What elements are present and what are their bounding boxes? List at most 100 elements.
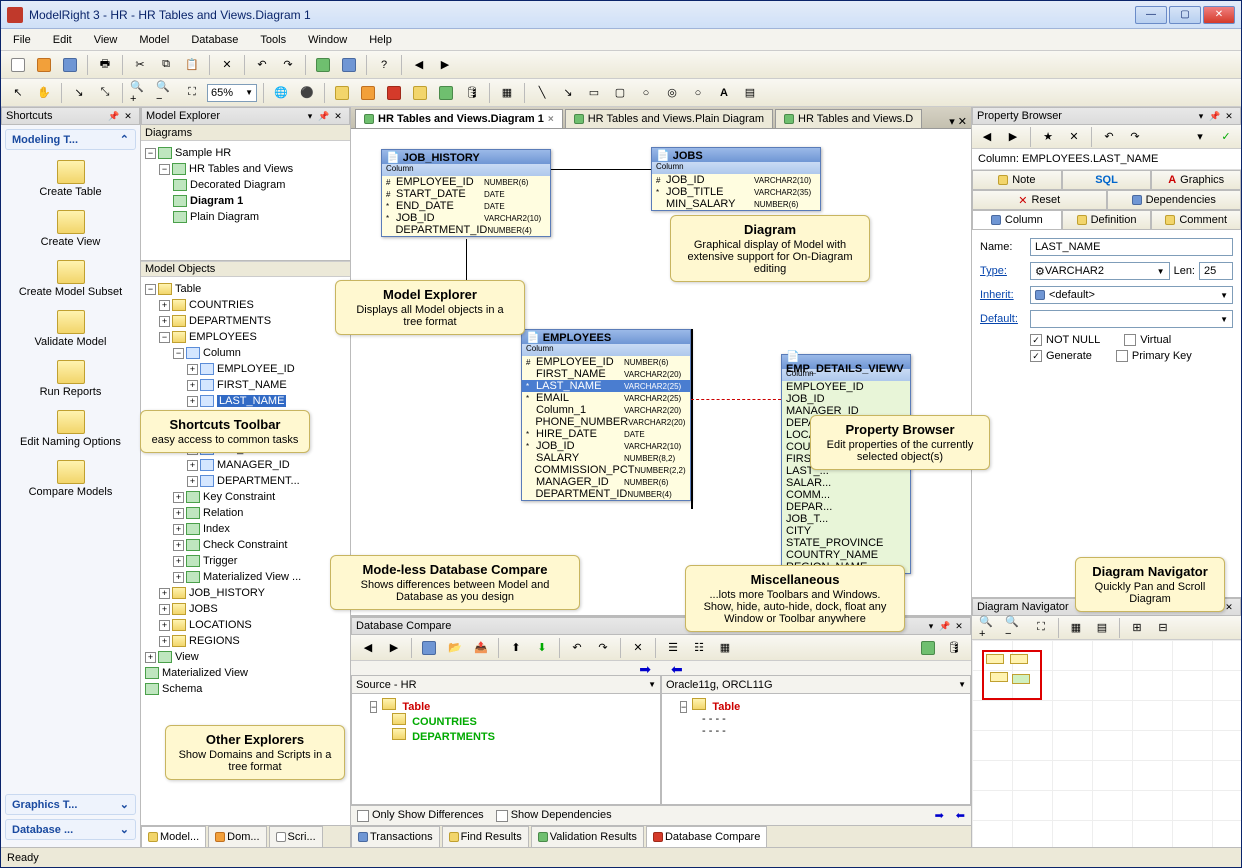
menu-edit[interactable]: Edit [49, 32, 76, 48]
nav-expand-button[interactable]: ⊞ [1126, 617, 1148, 639]
tree-diagram-active[interactable]: Diagram 1 [190, 195, 243, 207]
dbc-refresh-button[interactable] [917, 637, 939, 659]
tree-node[interactable]: +Index [145, 521, 346, 537]
arrow-right-icon[interactable]: ➡ [935, 809, 944, 822]
cut-button[interactable]: ✂ [129, 54, 151, 76]
tree-node[interactable]: +FIRST_NAME [145, 377, 346, 393]
pb-tab-definition[interactable]: Definition [1062, 210, 1152, 230]
tree-node[interactable]: Schema [145, 681, 346, 697]
shape3[interactable] [383, 82, 405, 104]
dbc-src-table[interactable]: Table [402, 701, 430, 713]
shape4[interactable] [409, 82, 431, 104]
line-tool[interactable]: ╲ [531, 82, 553, 104]
tree-node[interactable]: +JOBS [145, 601, 346, 617]
default-label[interactable]: Default: [980, 313, 1030, 325]
pb-tab-sql[interactable]: SQL [1062, 170, 1152, 190]
tree-node[interactable]: −EMPLOYEES [145, 329, 346, 345]
zoom-combo[interactable]: 65%▼ [207, 84, 257, 102]
notnull-checkbox[interactable]: ✓NOT NULL [1030, 334, 1100, 346]
shortcuts-category-database[interactable]: Database ...⌄ [5, 819, 136, 840]
dbc-save-button[interactable] [418, 637, 440, 659]
pb-delete-button[interactable]: ✕ [1063, 126, 1085, 148]
tree-node[interactable]: +DEPARTMENT... [145, 473, 346, 489]
image-tool[interactable]: ▤ [739, 82, 761, 104]
explorer-dropmenu-icon[interactable]: ▾ [303, 109, 317, 123]
menu-help[interactable]: Help [365, 32, 396, 48]
pb-check-button[interactable]: ✓ [1215, 126, 1237, 148]
tree-node[interactable]: +LAST_NAME [145, 393, 346, 409]
tree-node[interactable]: +EMPLOYEE_ID [145, 361, 346, 377]
zoom-fit-button[interactable]: ⛶ [181, 82, 203, 104]
nav-grid-button[interactable]: ▦ [1065, 617, 1087, 639]
tree-node[interactable]: +View [145, 649, 346, 665]
refresh-button[interactable] [312, 54, 334, 76]
tab-transactions[interactable]: Transactions [351, 826, 440, 847]
tree-node[interactable]: +Relation [145, 505, 346, 521]
shape5[interactable] [435, 82, 457, 104]
minimize-button[interactable]: — [1135, 6, 1167, 24]
dbc-view1-button[interactable]: ☰ [662, 637, 684, 659]
tree-node[interactable]: +MANAGER_ID [145, 457, 346, 473]
shape2[interactable] [357, 82, 379, 104]
primarykey-checkbox[interactable]: Primary Key [1116, 350, 1192, 362]
pb-tab-reset[interactable]: ✕ Reset [972, 190, 1107, 210]
props-pin-icon[interactable]: 📌 [1208, 109, 1222, 123]
shortcut-item[interactable]: Create Model Subset [5, 254, 136, 304]
virtual-checkbox[interactable]: Virtual [1124, 334, 1171, 346]
shortcut-item[interactable]: Compare Models [5, 454, 136, 504]
dbc-delete-button[interactable]: ✕ [627, 637, 649, 659]
tree-node[interactable]: +Check Constraint [145, 537, 346, 553]
shortcut-item[interactable]: Edit Naming Options [5, 404, 136, 454]
pb-tab-column[interactable]: Column [972, 210, 1062, 230]
tree-sub[interactable]: HR Tables and Views [189, 163, 293, 175]
close-button[interactable]: ✕ [1203, 6, 1235, 24]
tree-node[interactable]: +Trigger [145, 553, 346, 569]
dbcompare-close-icon[interactable]: ✕ [952, 619, 966, 633]
pb-back-button[interactable]: ◀ [976, 126, 998, 148]
tree-root[interactable]: Sample HR [175, 147, 231, 159]
dbc-view2-button[interactable]: ☷ [688, 637, 710, 659]
pb-redo-button[interactable]: ↷ [1124, 126, 1146, 148]
new-button[interactable] [7, 54, 29, 76]
menu-database[interactable]: Database [187, 32, 242, 48]
print-button[interactable]: 🖶 [94, 54, 116, 76]
inherit-dropdown[interactable]: <default>▼ [1030, 286, 1233, 304]
diagram-canvas[interactable]: 📄 JOB_HISTORYColumn#EMPLOYEE_IDNUMBER(6)… [351, 129, 971, 615]
shape1[interactable] [331, 82, 353, 104]
shortcut-item[interactable]: Run Reports [5, 354, 136, 404]
pb-tab-note[interactable]: Note [972, 170, 1062, 190]
pb-fwd-button[interactable]: ▶ [1002, 126, 1024, 148]
tab-domains[interactable]: Dom... [208, 826, 266, 847]
entity-jobs[interactable]: 📄 JOBSColumn#JOB_IDVARCHAR2(10)*JOB_TITL… [651, 147, 821, 211]
circles-button[interactable]: ⚫ [296, 82, 318, 104]
pb-tab-dependencies[interactable]: Dependencies [1107, 190, 1242, 210]
tab-scripts[interactable]: Scri... [269, 826, 323, 847]
nav-grid2-button[interactable]: ▤ [1091, 617, 1113, 639]
type-dropdown[interactable]: ⚙ VARCHAR2▼ [1030, 262, 1170, 280]
props-menu-icon[interactable]: ▾ [1194, 109, 1208, 123]
hand-tool[interactable]: ✋ [33, 82, 55, 104]
tree-node[interactable]: Materialized View [145, 665, 346, 681]
doc-tab-2[interactable]: HR Tables and Views.Plain Diagram [565, 109, 773, 128]
tab-validation-results[interactable]: Validation Results [531, 826, 644, 847]
text-tool[interactable]: A [713, 82, 735, 104]
dbc-back-button[interactable]: ◀ [357, 637, 379, 659]
dbc-undo-button[interactable]: ↶ [566, 637, 588, 659]
arrow-left-icon[interactable]: ⬅ [956, 809, 965, 822]
arrow-tool[interactable]: ↘ [557, 82, 579, 104]
dbcompare-menu-icon[interactable]: ▾ [924, 619, 938, 633]
tree-node[interactable]: −Column [145, 345, 346, 361]
navigator-canvas[interactable] [972, 640, 1241, 847]
rect-tool[interactable]: ▭ [583, 82, 605, 104]
dbc-src-item[interactable]: COUNTRIES [412, 716, 477, 728]
tree-node[interactable]: +DEPARTMENTS [145, 313, 346, 329]
menu-view[interactable]: View [90, 32, 122, 48]
nav-back-button[interactable]: ◀ [408, 54, 430, 76]
grid-button[interactable]: ▦ [496, 82, 518, 104]
open-button[interactable] [33, 54, 55, 76]
default-dropdown[interactable]: ▼ [1030, 310, 1233, 328]
copy-button[interactable]: ⧉ [155, 54, 177, 76]
ring-tool[interactable]: ◎ [661, 82, 683, 104]
menu-tools[interactable]: Tools [256, 32, 290, 48]
pointer-tool[interactable]: ↖ [7, 82, 29, 104]
